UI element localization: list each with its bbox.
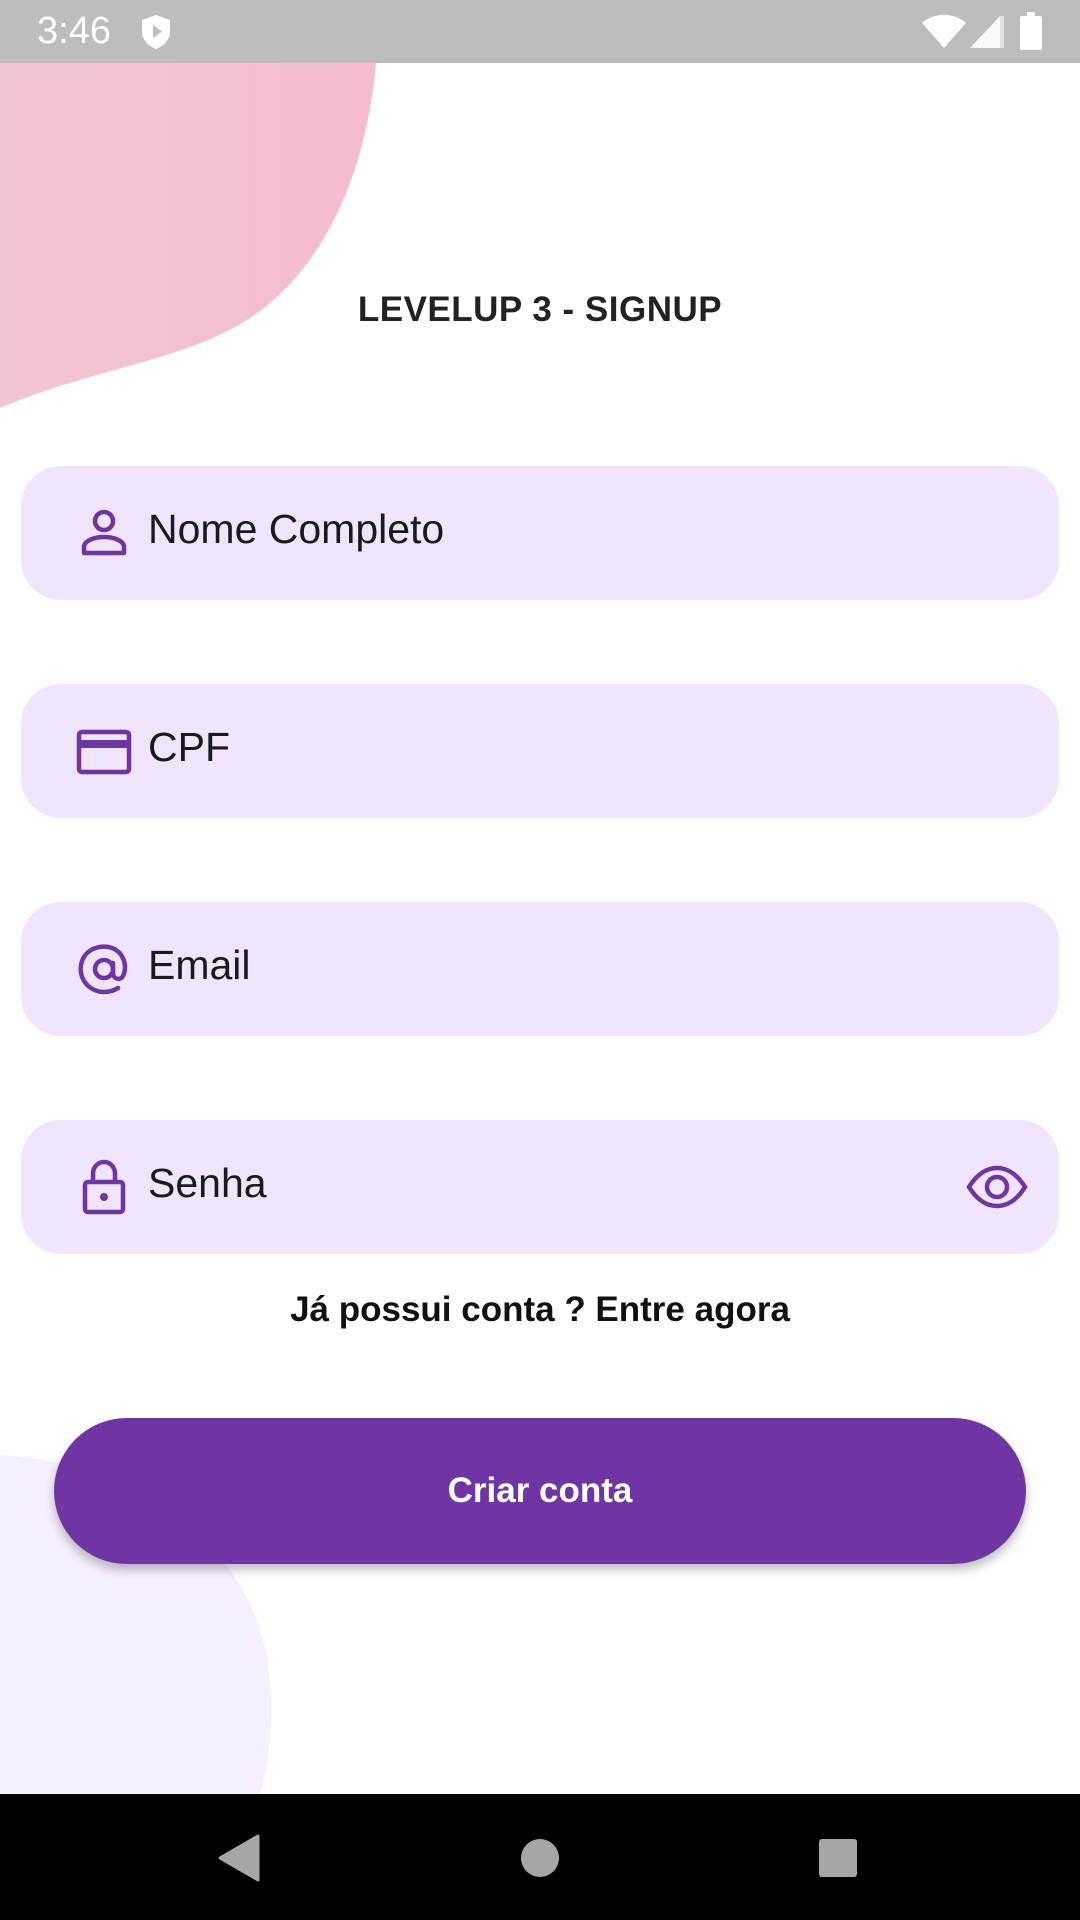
navigation-bar xyxy=(0,1794,1080,1920)
cpf-placeholder: CPF xyxy=(148,724,230,770)
home-icon[interactable] xyxy=(520,1838,560,1878)
email-placeholder: Email xyxy=(148,942,251,988)
person-icon xyxy=(81,509,127,556)
recents-icon[interactable] xyxy=(818,1838,858,1878)
shield-icon xyxy=(142,15,170,49)
at-sign-icon xyxy=(78,944,128,995)
battery-icon xyxy=(1020,12,1042,50)
full-name-field[interactable]: Nome Completo xyxy=(21,466,1059,600)
cpf-field[interactable]: CPF xyxy=(21,684,1059,818)
email-field[interactable]: Email xyxy=(21,902,1059,1036)
create-account-label: Criar conta xyxy=(447,1471,633,1510)
password-field[interactable]: Senha xyxy=(21,1120,1059,1254)
login-link[interactable]: Já possui conta ? Entre agora xyxy=(0,1290,1080,1330)
signal-icon xyxy=(970,16,1004,48)
credit-card-icon xyxy=(76,729,132,775)
password-placeholder: Senha xyxy=(148,1160,267,1206)
status-bar: 3:46 xyxy=(0,0,1080,63)
wifi-icon xyxy=(922,14,966,48)
status-time: 3:46 xyxy=(37,10,111,52)
page-title: LEVELUP 3 - SIGNUP xyxy=(357,290,723,329)
signup-screen: 3:46 LEVELUP 3 - SIGNUP Nome Completo CP… xyxy=(0,0,1080,1920)
back-icon[interactable] xyxy=(216,1834,260,1882)
eye-icon[interactable] xyxy=(965,1155,1029,1219)
decorative-blob-top xyxy=(0,63,376,408)
create-account-button[interactable]: Criar conta xyxy=(54,1418,1026,1564)
lock-icon xyxy=(82,1159,126,1215)
full-name-placeholder: Nome Completo xyxy=(148,506,445,552)
